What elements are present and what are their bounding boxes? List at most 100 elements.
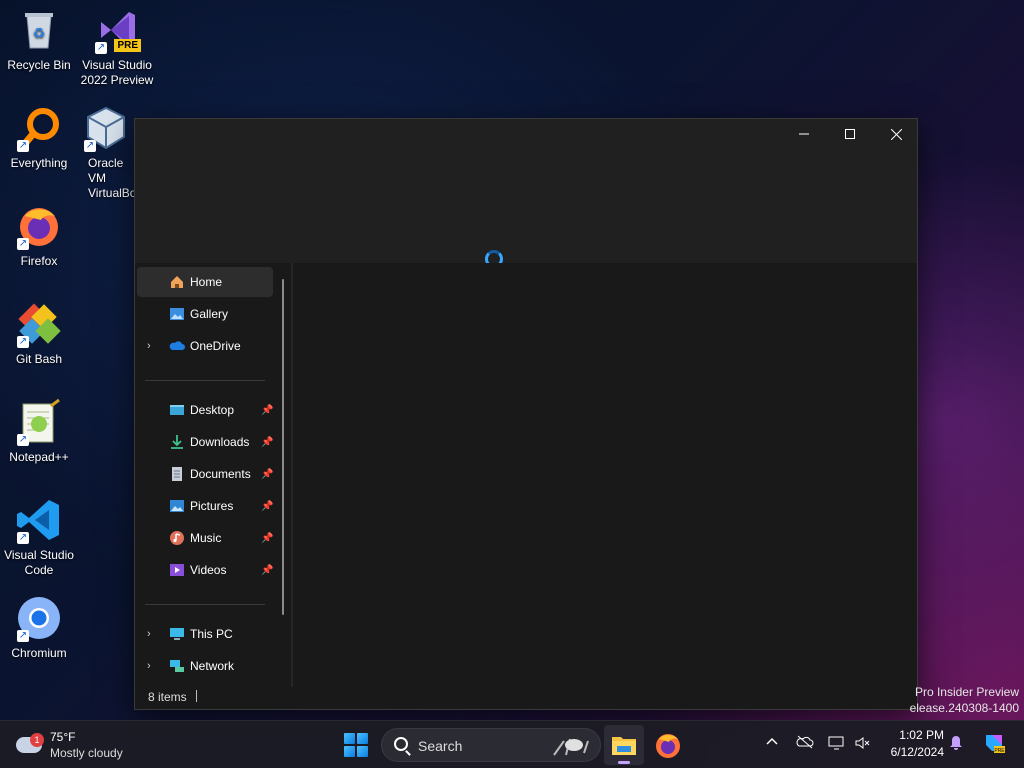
desktop-icon-visual-studio-code[interactable]: ↗ Visual Studio Code xyxy=(0,496,78,578)
minimize-icon xyxy=(799,133,809,135)
desktop-icon-label: Firefox xyxy=(20,254,58,268)
desktop-icon-firefox[interactable]: ↗ Firefox xyxy=(0,202,78,269)
minimize-button[interactable] xyxy=(781,119,827,149)
chromium-icon: ↗ xyxy=(15,594,63,642)
file-explorer-icon xyxy=(612,737,636,755)
music-icon xyxy=(170,531,184,545)
gallery-icon xyxy=(170,308,184,320)
desktop-icon-label: Recycle Bin xyxy=(7,58,71,72)
taskbar[interactable]: 1 75°F Mostly cloudy Search 1:02 PM 6/12… xyxy=(0,720,1024,768)
maximize-button[interactable] xyxy=(827,119,873,149)
nav-item-desktop[interactable]: Desktop 📌 xyxy=(137,395,273,425)
virtualbox-icon: ↗ xyxy=(82,104,130,152)
nav-item-label: Gallery xyxy=(190,307,229,321)
navigation-pane[interactable]: Home Gallery › OneDrive Desktop 📌 Downlo… xyxy=(135,263,293,687)
pin-icon[interactable]: 📌 xyxy=(261,533,273,544)
desktop-folder-icon xyxy=(170,405,184,415)
close-button[interactable] xyxy=(873,119,919,149)
nav-item-label: Videos xyxy=(190,563,227,577)
videos-icon xyxy=(170,564,184,576)
search-icon xyxy=(394,737,408,751)
nav-item-network[interactable]: › Network xyxy=(137,651,273,681)
desktop-icon-label: Visual Studio Code xyxy=(4,548,74,577)
pin-icon[interactable]: 📌 xyxy=(261,405,273,416)
nav-item-music[interactable]: Music 📌 xyxy=(137,523,273,553)
nav-item-label: This PC xyxy=(190,627,233,641)
documents-icon xyxy=(172,467,182,481)
svg-text:PRE: PRE xyxy=(994,748,1005,754)
desktop-icon-everything[interactable]: ↗ Everything xyxy=(0,104,78,171)
start-button[interactable] xyxy=(344,733,368,757)
pin-icon[interactable]: 📌 xyxy=(261,469,273,480)
desktop-icon-visual-studio-2022-preview[interactable]: PRE ↗ Visual Studio 2022 Preview xyxy=(78,6,156,88)
desktop-icon-oracle-virtualbox[interactable]: ↗ Oracle VM VirtualBox xyxy=(78,104,134,201)
weather-temperature: 75°F xyxy=(50,730,76,744)
shortcut-arrow-icon: ↗ xyxy=(17,140,29,152)
file-explorer-window[interactable]: Home Gallery › OneDrive Desktop 📌 Downlo… xyxy=(134,118,918,710)
firefox-icon: ↗ xyxy=(15,202,63,250)
weather-description: Mostly cloudy xyxy=(50,746,123,760)
nav-item-gallery[interactable]: Gallery xyxy=(137,299,273,329)
preview-badge: PRE xyxy=(114,39,141,52)
desktop-icon-recycle-bin[interactable]: ♻ Recycle Bin xyxy=(0,6,78,73)
network-icon xyxy=(170,660,184,672)
weather-widget[interactable]: 1 75°F Mostly cloudy xyxy=(16,727,146,763)
taskbar-search[interactable]: Search xyxy=(381,728,601,762)
chevron-right-icon[interactable]: › xyxy=(147,660,151,672)
desktop-icon-chromium[interactable]: ↗ Chromium xyxy=(0,594,78,661)
desktop-icon-label: Everything xyxy=(10,156,68,170)
notepad-plus-plus-icon: ↗ xyxy=(15,398,63,446)
pin-icon[interactable]: 📌 xyxy=(261,437,273,448)
cloud-offline-icon xyxy=(796,735,814,749)
notifications-button[interactable] xyxy=(949,735,963,754)
nav-separator xyxy=(145,380,265,381)
home-icon xyxy=(171,276,183,288)
content-pane[interactable] xyxy=(293,263,917,687)
nav-item-label: OneDrive xyxy=(190,339,241,353)
nav-item-label: Downloads xyxy=(190,435,250,449)
shortcut-arrow-icon: ↗ xyxy=(17,532,29,544)
shortcut-arrow-icon: ↗ xyxy=(17,238,29,250)
onedrive-tray-icon[interactable] xyxy=(796,735,814,752)
close-icon xyxy=(890,128,902,140)
pin-icon[interactable]: 📌 xyxy=(261,565,273,576)
show-hidden-icons-button[interactable] xyxy=(766,735,778,751)
bell-icon xyxy=(950,736,962,750)
volume-tray-icon[interactable] xyxy=(854,735,870,754)
nav-item-pictures[interactable]: Pictures 📌 xyxy=(137,491,273,521)
copilot-button[interactable]: PRE xyxy=(982,731,1006,758)
nav-item-downloads[interactable]: Downloads 📌 xyxy=(137,427,273,457)
nav-item-documents[interactable]: Documents 📌 xyxy=(137,459,273,489)
taskbar-file-explorer[interactable] xyxy=(604,725,644,765)
desktop-icon-label: Visual Studio 2022 Preview xyxy=(80,58,154,87)
shortcut-arrow-icon: ↗ xyxy=(17,336,29,348)
desktop-icon-git-bash[interactable]: ↗ Git Bash xyxy=(0,300,78,367)
pictures-icon xyxy=(170,500,184,512)
nav-item-home[interactable]: Home xyxy=(137,267,273,297)
status-separator xyxy=(196,690,197,702)
chevron-right-icon[interactable]: › xyxy=(147,628,151,640)
item-count: 8 items xyxy=(148,690,187,704)
nav-item-label: Documents xyxy=(190,467,251,481)
nav-scrollbar[interactable] xyxy=(282,279,284,615)
clock-time: 1:02 PM xyxy=(899,728,944,742)
title-bar[interactable] xyxy=(135,119,919,268)
nav-item-onedrive[interactable]: › OneDrive xyxy=(137,331,273,361)
watermark-line-1: Pro Insider Preview xyxy=(914,685,1019,699)
system-clock[interactable]: 1:02 PM 6/12/2024 xyxy=(880,727,944,761)
desktop-icon-notepad-plus-plus[interactable]: ↗ Notepad++ xyxy=(0,398,78,465)
this-pc-icon xyxy=(170,628,184,640)
shortcut-arrow-icon: ↗ xyxy=(84,140,96,152)
display-tray-icon[interactable] xyxy=(828,735,846,754)
notification-badge: 1 xyxy=(30,733,44,747)
shortcut-arrow-icon: ↗ xyxy=(17,630,29,642)
taskbar-firefox[interactable] xyxy=(648,725,688,765)
everything-search-icon: ↗ xyxy=(15,104,63,152)
watermark-line-2: elease.240308-1400 xyxy=(909,701,1019,715)
shortcut-arrow-icon: ↗ xyxy=(95,42,107,54)
nav-item-this-pc[interactable]: › This PC xyxy=(137,619,273,649)
pin-icon[interactable]: 📌 xyxy=(261,501,273,512)
chevron-right-icon[interactable]: › xyxy=(147,340,151,352)
nav-item-videos[interactable]: Videos 📌 xyxy=(137,555,273,585)
speaker-muted-icon xyxy=(855,737,870,749)
